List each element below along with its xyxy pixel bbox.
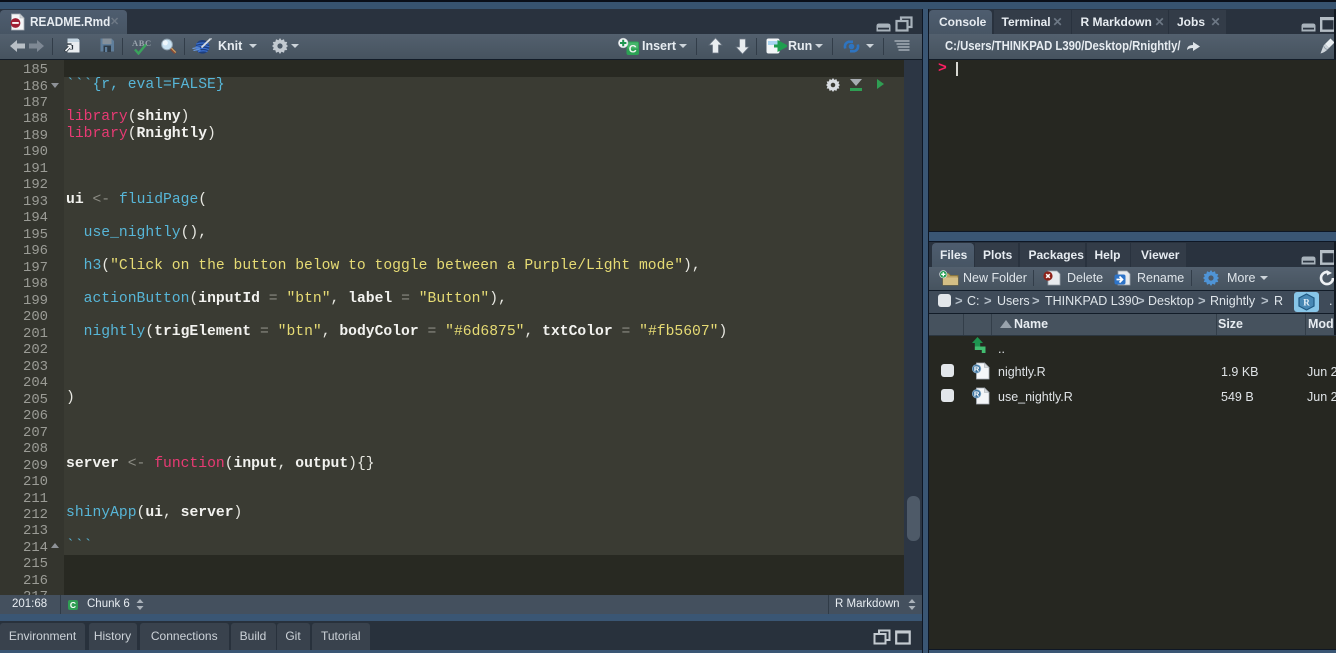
svg-text:C: C <box>629 44 637 56</box>
svg-text:R: R <box>1303 298 1310 308</box>
svg-text:R: R <box>974 365 980 374</box>
svg-text:R: R <box>974 390 980 399</box>
